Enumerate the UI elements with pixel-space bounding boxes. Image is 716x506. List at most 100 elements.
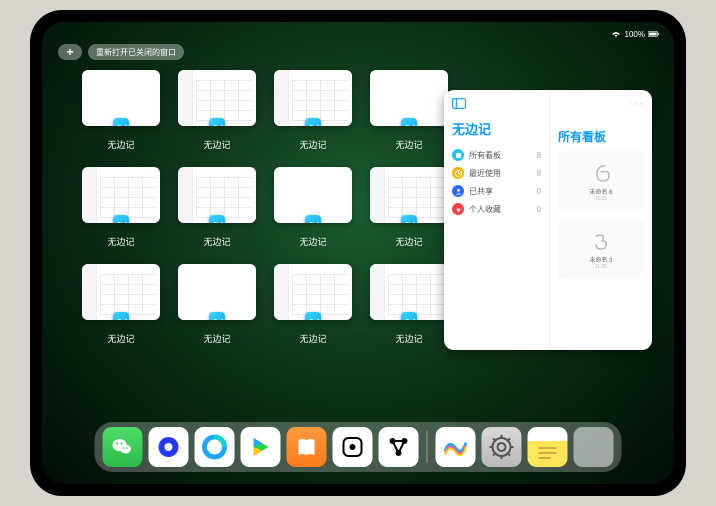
dock-app-quark[interactable]: [149, 427, 189, 467]
graph-icon: [387, 435, 411, 459]
play-icon: [249, 435, 273, 459]
window-label: 无边记: [107, 235, 134, 248]
dock-app-books[interactable]: [287, 427, 327, 467]
switcher-window[interactable]: 无边记: [80, 167, 162, 248]
window-thumbnail: [370, 167, 448, 223]
window-label: 无边记: [299, 138, 326, 151]
freeform-app-icon: [401, 312, 417, 320]
top-controls: + 重新打开已关闭的窗口: [58, 44, 184, 60]
dock-app-freeform[interactable]: [436, 427, 476, 467]
category-row-person[interactable]: 已共享0: [452, 182, 541, 200]
dock-recent-apps[interactable]: [574, 427, 614, 467]
plus-icon: +: [66, 45, 73, 59]
board-meta: 11:25: [595, 196, 607, 202]
dock-app-graph[interactable]: [379, 427, 419, 467]
switcher-window[interactable]: 无边记: [176, 167, 258, 248]
board-card[interactable]: 未命名 311:25: [558, 219, 644, 279]
freeform-app-icon: [113, 215, 129, 223]
freeform-app-icon: [305, 215, 321, 223]
status-bar: 100%: [42, 26, 674, 42]
window-thumbnail: [370, 70, 448, 126]
app-switcher-grid: 无边记无边记无边记无边记无边记无边记无边记无边记无边记无边记无边记无边记: [80, 70, 450, 345]
freeform-app-icon: [209, 118, 225, 126]
freeform-app-icon: [401, 215, 417, 223]
dock-app-notes[interactable]: [528, 427, 568, 467]
freeform-panel[interactable]: 无边记 所有看板8最近使用8已共享0个人收藏0 ··· 所有看板 未命名 611…: [444, 90, 652, 350]
notes-icon: [537, 446, 559, 462]
board-doodle: [587, 161, 615, 185]
dock-app-wechat[interactable]: [103, 427, 143, 467]
switcher-window[interactable]: 无边记: [272, 70, 354, 151]
qqbrowser-icon: [202, 434, 228, 460]
window-thumbnail: [178, 264, 256, 320]
category-label: 个人收藏: [469, 204, 537, 215]
window-label: 无边记: [395, 138, 422, 151]
add-window-button[interactable]: +: [58, 44, 82, 60]
battery-icon: [648, 30, 660, 38]
freeform-app-icon: [305, 118, 321, 126]
window-label: 无边记: [107, 332, 134, 345]
clock-icon: [452, 167, 464, 179]
switcher-window[interactable]: 无边记: [80, 264, 162, 345]
board-doodle: [587, 229, 615, 253]
category-row-heart[interactable]: 个人收藏0: [452, 200, 541, 218]
switcher-window[interactable]: 无边记: [80, 70, 162, 151]
board-meta: 11:25: [595, 264, 607, 270]
window-label: 无边记: [299, 235, 326, 248]
dock-app-dice[interactable]: [333, 427, 373, 467]
category-row-square[interactable]: 所有看板8: [452, 146, 541, 164]
window-thumbnail: [274, 264, 352, 320]
freeform-app-icon: [113, 118, 129, 126]
wechat-icon: [111, 435, 135, 459]
books-icon: [295, 435, 319, 459]
square-icon: [452, 149, 464, 161]
window-label: 无边记: [203, 138, 230, 151]
board-name: 未命名 3: [589, 255, 612, 264]
more-icon[interactable]: ···: [558, 98, 644, 110]
freeform-app-icon: [401, 118, 417, 126]
switcher-window[interactable]: 无边记: [368, 70, 450, 151]
panel-content: ··· 所有看板 未命名 611:25未命名 311:25: [550, 90, 652, 350]
category-count: 8: [537, 169, 541, 178]
reopen-closed-window-button[interactable]: 重新打开已关闭的窗口: [88, 44, 184, 60]
window-label: 无边记: [395, 235, 422, 248]
dock-separator: [427, 431, 428, 463]
panel-sidebar: 无边记 所有看板8最近使用8已共享0个人收藏0: [444, 90, 550, 350]
freeform-icon: [443, 434, 469, 460]
window-label: 无边记: [299, 332, 326, 345]
switcher-window[interactable]: 无边记: [272, 264, 354, 345]
panel-title: 无边记: [452, 119, 541, 138]
switcher-window[interactable]: 无边记: [176, 70, 258, 151]
freeform-app-icon: [113, 312, 129, 320]
dock-app-play-video[interactable]: [241, 427, 281, 467]
window-thumbnail: [178, 70, 256, 126]
window-label: 无边记: [395, 332, 422, 345]
category-row-clock[interactable]: 最近使用8: [452, 164, 541, 182]
dock: [95, 422, 622, 472]
switcher-window[interactable]: 无边记: [368, 167, 450, 248]
category-label: 所有看板: [469, 150, 537, 161]
window-label: 无边记: [203, 235, 230, 248]
dock-app-qq-browser[interactable]: [195, 427, 235, 467]
sidebar-icon[interactable]: [452, 98, 466, 109]
switcher-window[interactable]: 无边记: [176, 264, 258, 345]
window-label: 无边记: [107, 138, 134, 151]
category-label: 已共享: [469, 186, 537, 197]
switcher-window[interactable]: 无边记: [368, 264, 450, 345]
category-count: 0: [537, 187, 541, 196]
wifi-icon: [610, 30, 622, 38]
dock-app-settings[interactable]: [482, 427, 522, 467]
window-thumbnail: [82, 167, 160, 223]
dice-icon: [341, 435, 365, 459]
ipad-frame: 100% + 重新打开已关闭的窗口 无边记无边记无边记无边记无边记无边记无边记无…: [30, 10, 686, 496]
switcher-window[interactable]: 无边记: [272, 167, 354, 248]
board-card[interactable]: 未命名 611:25: [558, 151, 644, 211]
heart-icon: [452, 203, 464, 215]
freeform-app-icon: [209, 312, 225, 320]
reopen-label: 重新打开已关闭的窗口: [96, 47, 176, 58]
person-icon: [452, 185, 464, 197]
panel-subtitle: 所有看板: [558, 128, 644, 145]
window-thumbnail: [274, 70, 352, 126]
window-thumbnail: [82, 264, 160, 320]
category-count: 8: [537, 151, 541, 160]
